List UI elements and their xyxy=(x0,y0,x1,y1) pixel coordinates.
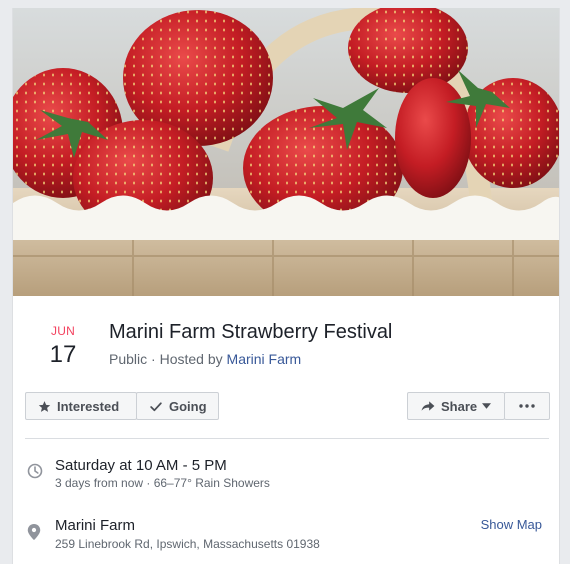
divider xyxy=(25,438,549,439)
event-month: JUN xyxy=(51,324,75,338)
location-name[interactable]: Marini Farm xyxy=(55,517,135,534)
going-button[interactable]: Going xyxy=(136,392,219,420)
location-address: 259 Linebrook Rd, Ipswich, Massachusetts… xyxy=(55,537,320,551)
checkmark-icon xyxy=(149,400,163,413)
interested-button[interactable]: Interested xyxy=(25,392,137,420)
event-date: JUN 17 xyxy=(43,324,83,368)
cover-photo[interactable] xyxy=(13,8,559,296)
host-link[interactable]: Marini Farm xyxy=(227,351,302,367)
more-dots-icon xyxy=(519,404,535,408)
going-label: Going xyxy=(169,398,207,414)
interested-label: Interested xyxy=(57,398,120,414)
event-subline: Public · Hosted by Marini Farm xyxy=(109,351,301,367)
separator: · xyxy=(147,351,160,367)
clock-icon xyxy=(27,463,43,484)
hosted-by-label: Hosted by xyxy=(159,351,227,367)
event-time: Saturday at 10 AM - 5 PM xyxy=(55,457,227,474)
share-button[interactable]: Share xyxy=(407,392,505,420)
event-time-details: 3 days from now · 66–77° Rain Showers xyxy=(55,476,270,490)
share-arrow-icon xyxy=(421,400,435,412)
privacy-label: Public xyxy=(109,351,148,367)
show-map-link[interactable]: Show Map xyxy=(481,517,542,532)
event-title: Marini Farm Strawberry Festival xyxy=(109,321,393,343)
map-pin-icon xyxy=(27,524,41,545)
event-card: JUN 17 Marini Farm Strawberry Festival P… xyxy=(12,8,560,564)
chevron-down-icon xyxy=(482,403,492,409)
star-icon xyxy=(38,400,51,413)
event-day: 17 xyxy=(49,341,77,368)
share-label: Share xyxy=(441,398,478,414)
more-options-button[interactable] xyxy=(504,392,550,420)
